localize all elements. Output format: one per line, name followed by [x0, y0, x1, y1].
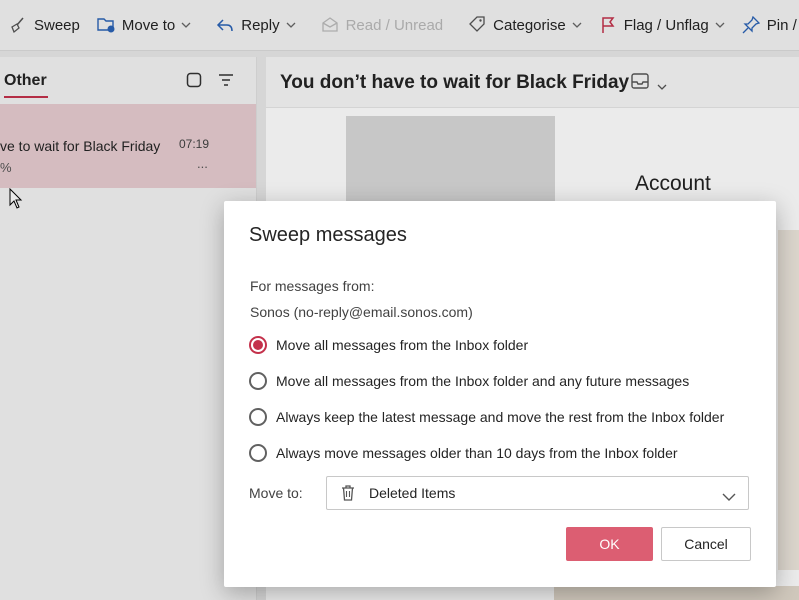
radio-option-keep-latest[interactable]: Always keep the latest message and move …: [249, 408, 724, 426]
from-label: For messages from:: [250, 278, 375, 294]
radio-option-older-than[interactable]: Always move messages older than 10 days …: [249, 444, 678, 462]
move-to-label: Move to:: [249, 485, 303, 501]
radio-label: Always keep the latest message and move …: [276, 409, 725, 425]
radio-button[interactable]: [249, 372, 267, 390]
chevron-down-icon: [722, 488, 736, 506]
trash-icon: [341, 485, 355, 506]
radio-label: Always move messages older than 10 days …: [276, 445, 678, 461]
radio-button-selected[interactable]: [249, 336, 267, 354]
move-to-value: Deleted Items: [369, 485, 456, 501]
radio-option-move-all[interactable]: Move all messages from the Inbox folder: [249, 336, 528, 354]
radio-label: Move all messages from the Inbox folder …: [276, 373, 690, 389]
ok-button[interactable]: OK: [566, 527, 653, 561]
sweep-messages-dialog: Sweep messages For messages from: Sonos …: [224, 201, 776, 587]
dialog-title: Sweep messages: [249, 224, 407, 246]
radio-label: Move all messages from the Inbox folder: [276, 337, 529, 353]
cancel-button[interactable]: Cancel: [661, 527, 751, 561]
radio-button[interactable]: [249, 408, 267, 426]
radio-button[interactable]: [249, 444, 267, 462]
move-to-dropdown[interactable]: Deleted Items: [326, 476, 749, 510]
sender-address: Sonos (no-reply@email.sonos.com): [250, 304, 473, 320]
radio-option-move-all-future[interactable]: Move all messages from the Inbox folder …: [249, 372, 689, 390]
